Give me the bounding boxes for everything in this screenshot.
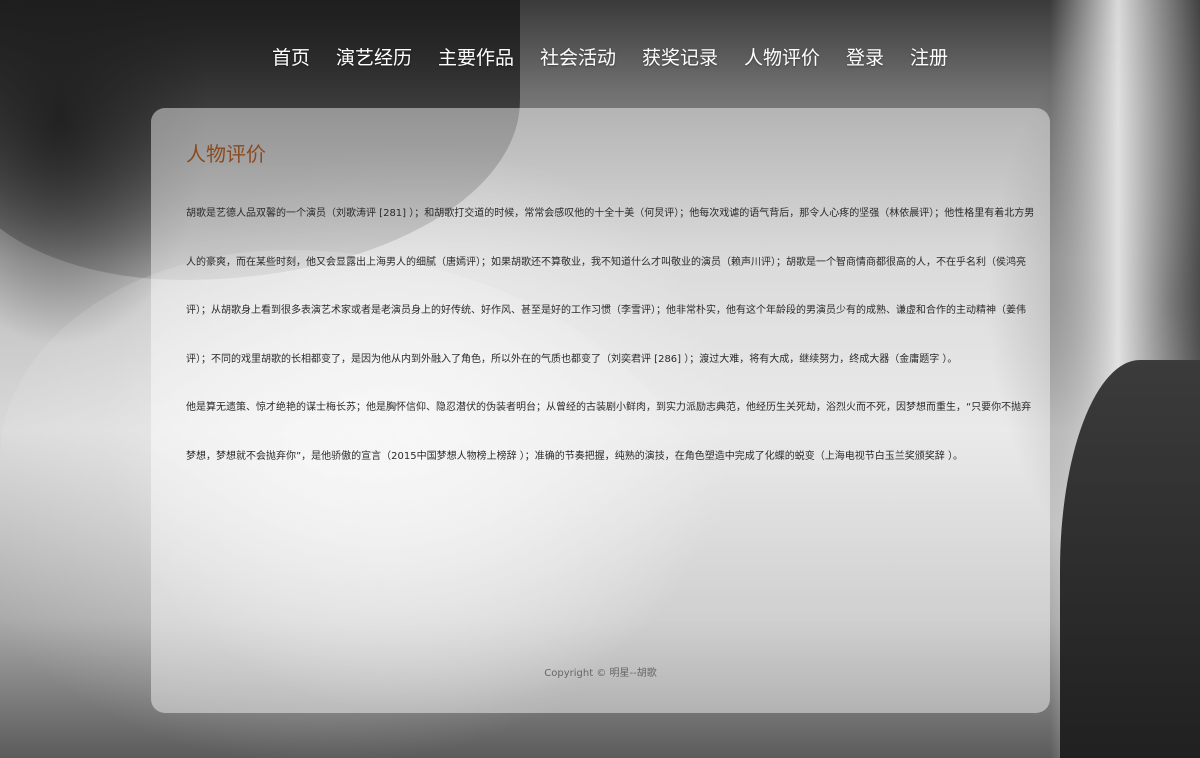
evaluation-paragraph-1: 胡歌是艺德人品双馨的一个演员（刘歌涛评 [281] ）；和胡歌打交道的时候，常常… [186, 208, 1035, 365]
nav-item-awards[interactable]: 获奖记录 [629, 42, 731, 74]
nav-item-evaluations[interactable]: 人物评价 [731, 42, 833, 74]
nav-item-social-activities[interactable]: 社会活动 [527, 42, 629, 74]
content-card: 人物评价 胡歌是艺德人品双馨的一个演员（刘歌涛评 [281] ）；和胡歌打交道的… [151, 108, 1050, 713]
copyright-footer: Copyright © 明星--胡歌 [544, 668, 657, 679]
nav-item-register[interactable]: 注册 [897, 42, 961, 74]
background-photo-coat [1060, 360, 1200, 758]
main-navigation: 首页 演艺经历 主要作品 社会活动 获奖记录 人物评价 登录 注册 [0, 42, 1200, 74]
evaluation-paragraph-2: 他是算无遗策、惊才绝艳的谋士梅长苏；他是胸怀信仰、隐忍潜伏的伪装者明台；从曾经的… [186, 402, 1032, 462]
page-title: 人物评价 [186, 142, 266, 166]
background-photo-person [1050, 0, 1200, 758]
nav-item-works[interactable]: 主要作品 [425, 42, 527, 74]
nav-item-home[interactable]: 首页 [259, 42, 323, 74]
nav-item-career[interactable]: 演艺经历 [323, 42, 425, 74]
nav-item-login[interactable]: 登录 [833, 42, 897, 74]
page-background: 首页 演艺经历 主要作品 社会活动 获奖记录 人物评价 登录 注册 人物评价 胡… [0, 0, 1200, 758]
